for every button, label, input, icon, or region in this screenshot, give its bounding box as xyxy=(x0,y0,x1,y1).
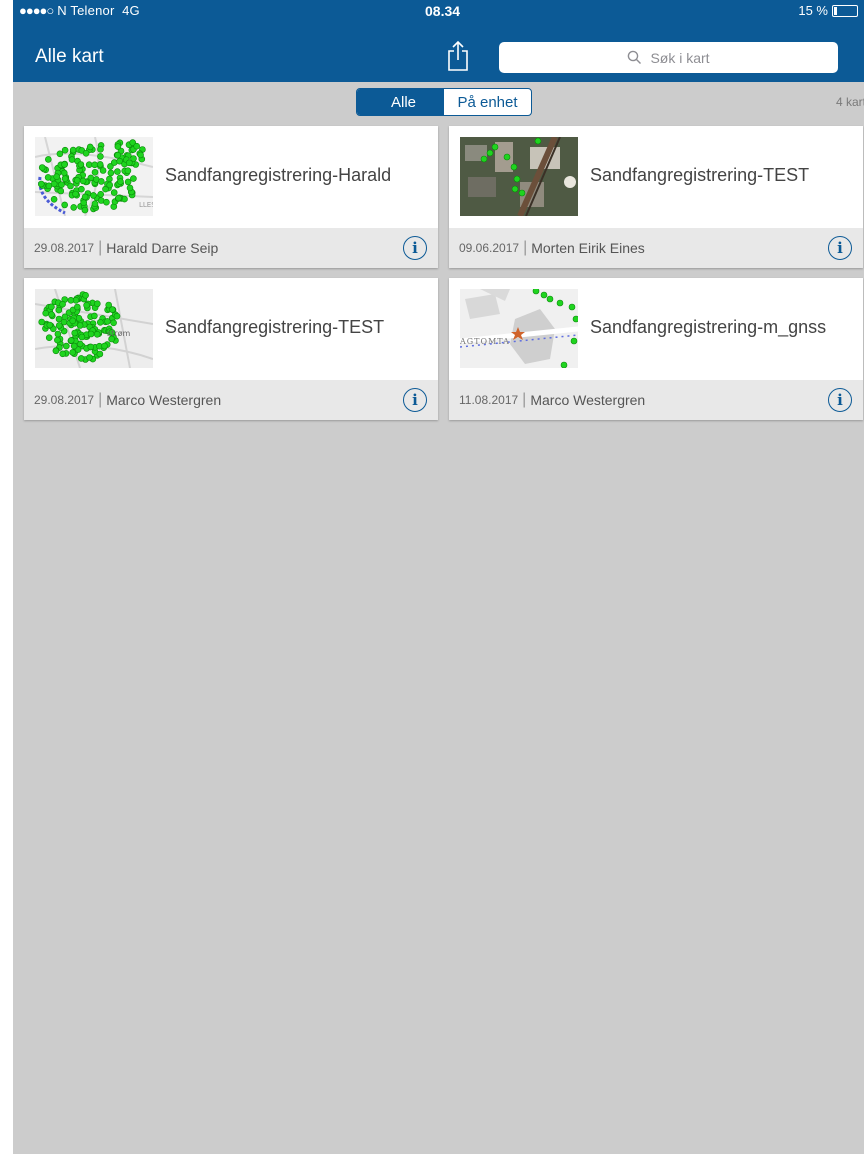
map-owner: Marco Westergren xyxy=(106,392,222,408)
map-card-footer: 11.08.2017 | Marco Westergren xyxy=(449,380,863,420)
search-placeholder: Søk i kart xyxy=(650,49,710,66)
map-title: Sandfangregistrering-TEST xyxy=(165,317,385,337)
info-icon[interactable]: i xyxy=(828,388,852,412)
segment-all[interactable]: Alle xyxy=(357,89,444,115)
info-icon[interactable]: i xyxy=(403,236,427,260)
left-edge xyxy=(0,0,13,1154)
map-title: Sandfangregistrering-TEST xyxy=(590,165,810,185)
map-date: 09.06.2017 xyxy=(459,241,520,255)
map-title: Sandfangregistrering-m_gnss xyxy=(590,317,827,337)
separator: | xyxy=(98,391,103,408)
search-icon xyxy=(628,50,642,64)
battery-status: 15 % xyxy=(798,3,858,18)
share-button[interactable] xyxy=(445,40,471,72)
battery-icon xyxy=(832,4,858,17)
map-date: 29.08.2017 xyxy=(34,393,95,407)
top-bar: ●●●●○ N Telenor 4G 08.34 15 % Alle kart S… xyxy=(13,0,864,82)
map-card-footer: 29.08.2017 | Harald Darre Seip xyxy=(24,228,438,268)
map-card[interactable]: Sandfangregistrering-TEST 09.06.2017 | M… xyxy=(449,126,863,268)
map-card-footer: 29.08.2017 | Marco Westergren xyxy=(24,380,438,420)
map-thumbnail: LLES xyxy=(35,137,153,216)
map-owner: Morten Eirik Eines xyxy=(531,240,645,256)
share-icon xyxy=(448,40,468,71)
map-card[interactable]: AGTOMTA Sandfangregistrering-m_gnss 11.0… xyxy=(449,278,863,420)
battery-percent: 15 % xyxy=(798,3,828,18)
segment-on-device[interactable]: På enhet xyxy=(444,89,531,115)
page-title: Alle kart xyxy=(35,46,104,67)
svg-text:AGTOMTA: AGTOMTA xyxy=(460,337,510,346)
clock: 08.34 xyxy=(425,3,461,19)
separator: | xyxy=(523,239,528,256)
map-owner: Harald Darre Seip xyxy=(106,240,219,256)
map-date: 29.08.2017 xyxy=(34,241,95,255)
svg-text:strøm: strøm xyxy=(107,329,130,338)
map-owner: Marco Westergren xyxy=(530,392,646,408)
carrier-name: N Telenor xyxy=(57,3,115,18)
map-card[interactable]: strøm Sandfangregistrering-TEST 29.08.20… xyxy=(24,278,438,420)
map-card[interactable]: LLES Sandfangregistrering-Harald 29.08.2… xyxy=(24,126,438,268)
separator: | xyxy=(98,239,103,256)
map-thumbnail: AGTOMTA xyxy=(460,289,578,368)
map-date: 11.08.2017 xyxy=(459,393,519,407)
network-type: 4G xyxy=(122,3,140,18)
svg-text:LLES: LLES xyxy=(139,201,153,209)
carrier-info: ●●●●○ N Telenor 4G xyxy=(19,3,140,18)
info-icon[interactable]: i xyxy=(828,236,852,260)
separator: | xyxy=(522,391,527,408)
map-count: 4 kart xyxy=(836,95,864,109)
status-bar: ●●●●○ N Telenor 4G 08.34 15 % xyxy=(13,0,864,32)
map-thumbnail: strøm xyxy=(35,289,153,368)
map-thumbnail xyxy=(460,137,578,216)
map-card-footer: 09.06.2017 | Morten Eirik Eines xyxy=(449,228,863,268)
info-icon[interactable]: i xyxy=(403,388,427,412)
signal-dots: ●●●●○ xyxy=(19,3,54,18)
map-title: Sandfangregistrering-Harald xyxy=(165,165,392,185)
filter-segmented-control[interactable]: Alle På enhet xyxy=(356,88,532,116)
search-input[interactable]: Søk i kart xyxy=(499,42,838,73)
